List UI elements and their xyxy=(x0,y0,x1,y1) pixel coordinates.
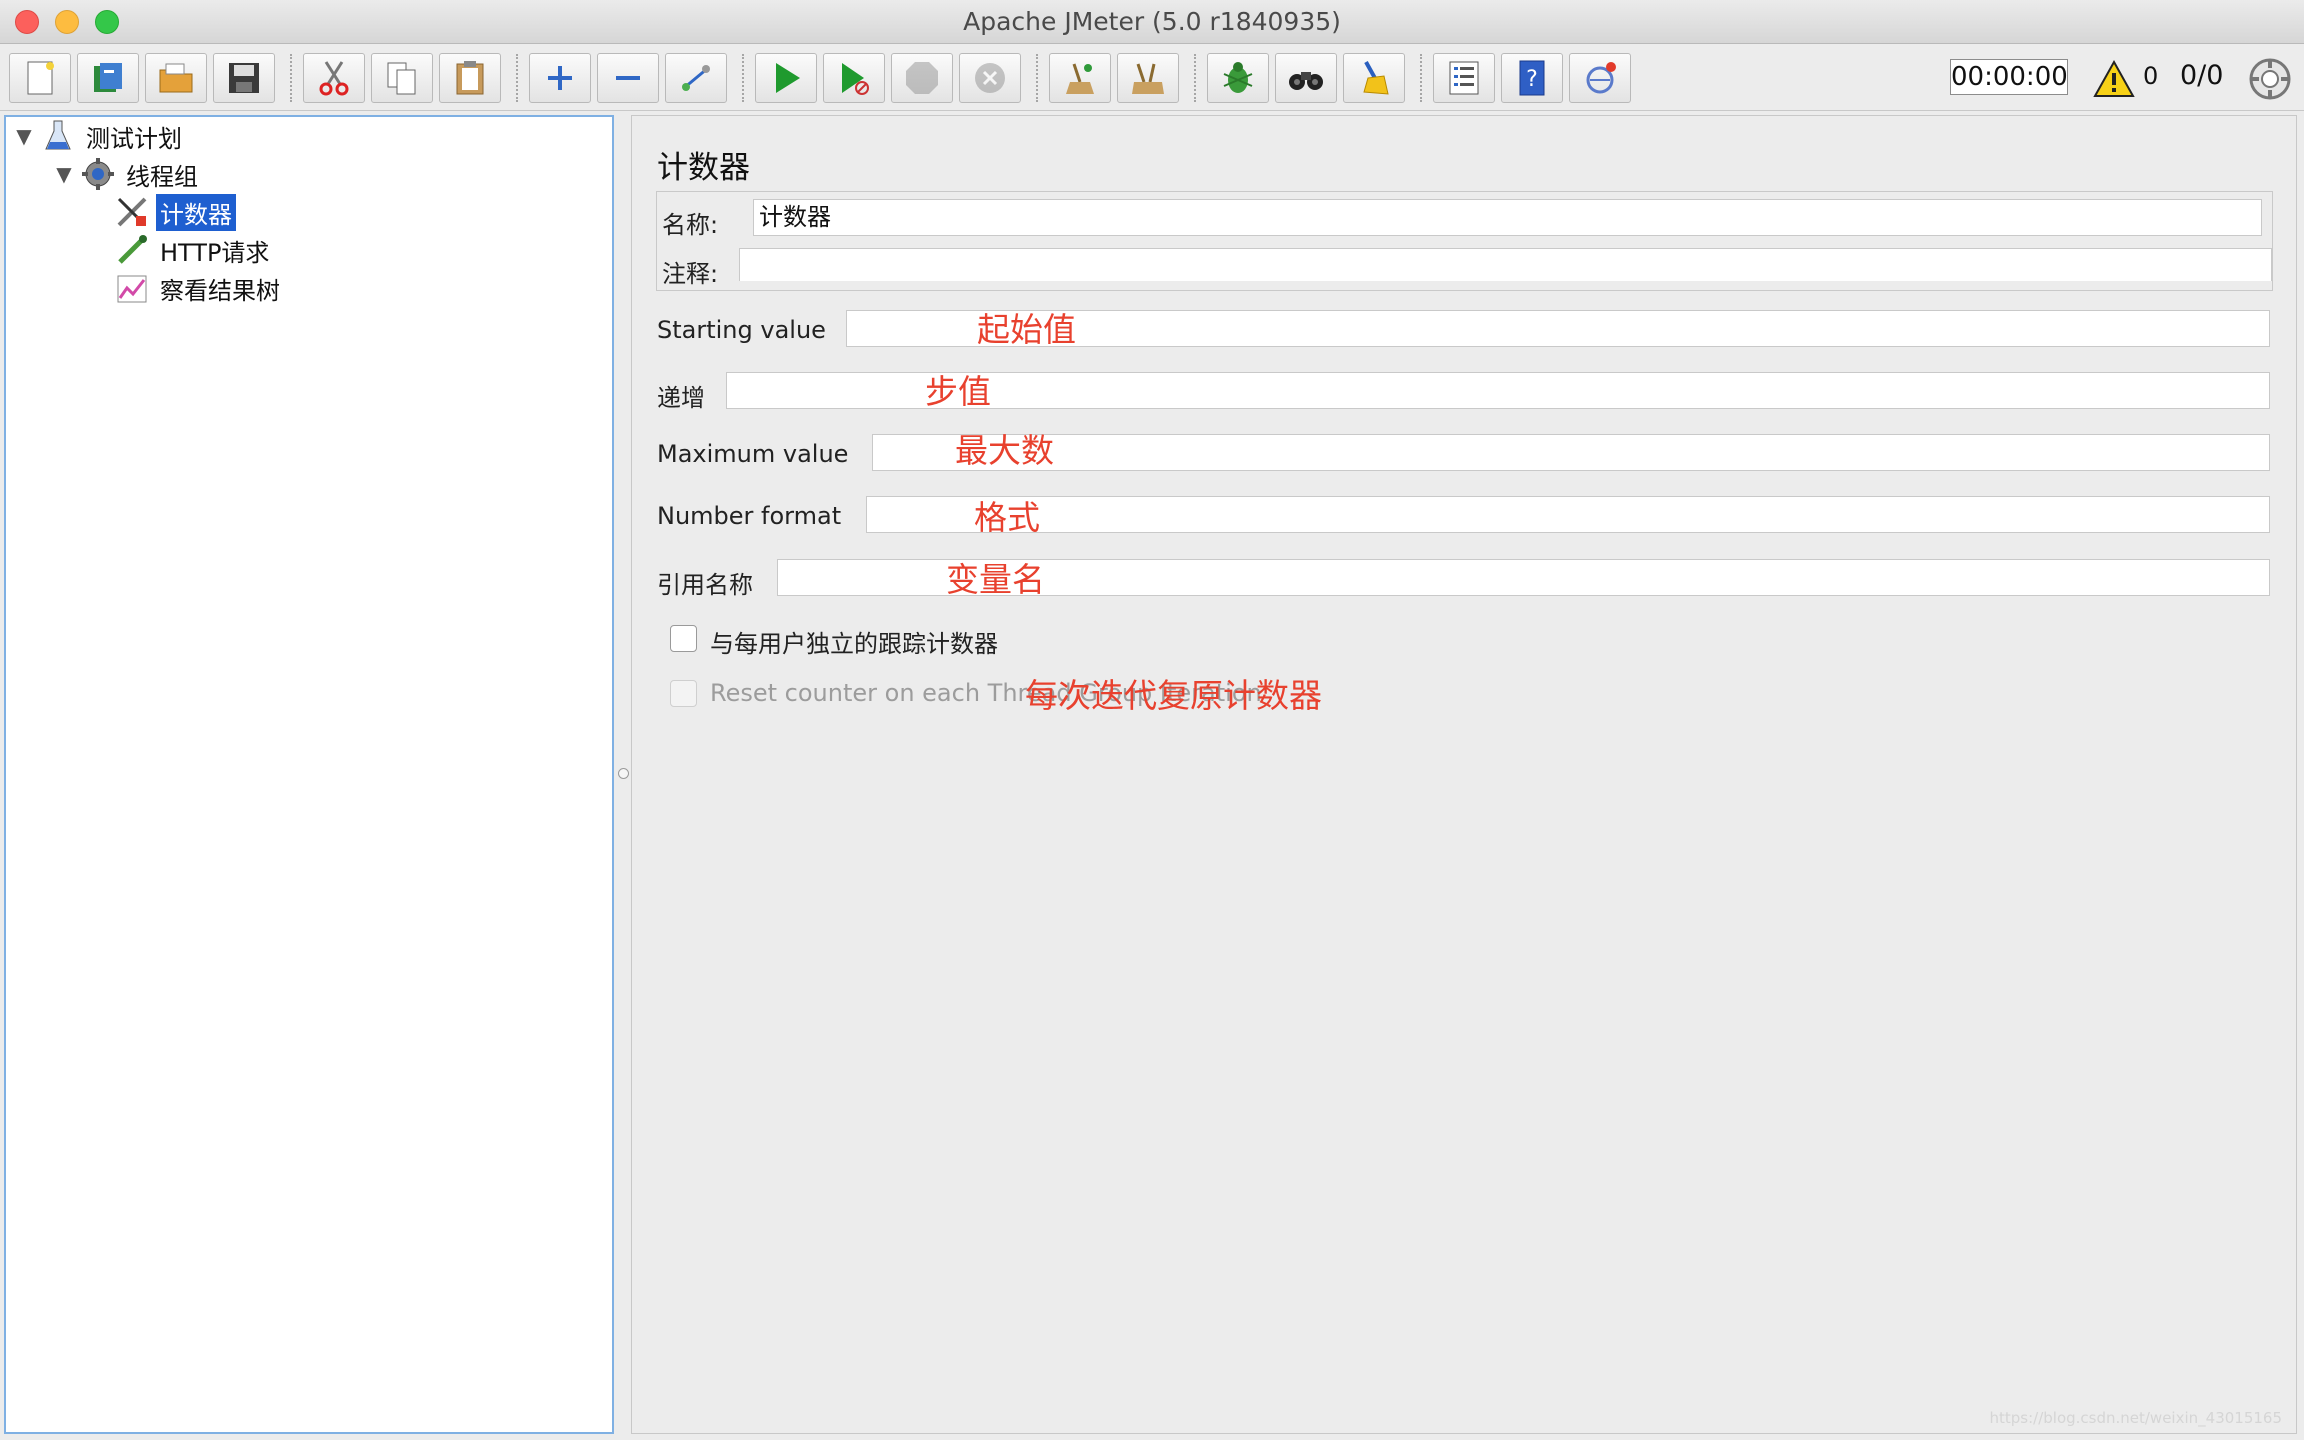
warning-count: 0 xyxy=(2143,62,2159,90)
copy-icon xyxy=(387,62,416,95)
copy-button[interactable] xyxy=(371,53,433,103)
tree-label: 察看结果树 xyxy=(160,276,280,305)
tree-item-view-results-tree[interactable]: 察看结果树 xyxy=(108,271,284,305)
play-no-pause-icon xyxy=(842,63,869,95)
starting-value-label: Starting value xyxy=(657,316,826,344)
name-field[interactable]: 计数器 xyxy=(753,199,2262,236)
broom-start-icon xyxy=(1066,63,1094,94)
test-plan-icon xyxy=(45,120,71,150)
tree-label: 测试计划 xyxy=(86,124,182,153)
remote-start-button[interactable] xyxy=(1049,53,1111,103)
start-button[interactable] xyxy=(755,53,817,103)
gear-icon xyxy=(82,158,114,190)
track-per-user-label[interactable]: 与每用户独立的跟踪计数器 xyxy=(710,624,998,659)
name-label: 名称: xyxy=(662,211,719,239)
tree-label: HTTP请求 xyxy=(160,238,270,267)
search-button[interactable] xyxy=(1275,53,1337,103)
new-document-icon xyxy=(27,61,54,95)
title-bar: Apache JMeter (5.0 r1840935) xyxy=(0,0,2304,44)
list-icon xyxy=(1449,61,1479,95)
toolbar: ? 00:00:00 0 0/0 xyxy=(0,44,2304,111)
number-format-label: Number format xyxy=(657,502,842,530)
maximum-value-annotation: 最大数 xyxy=(955,431,1054,470)
reset-counter-checkbox[interactable] xyxy=(670,680,697,707)
maximum-value-label: Maximum value xyxy=(657,440,849,468)
clear-all-button[interactable] xyxy=(1343,53,1405,103)
minus-icon xyxy=(616,76,640,80)
chart-icon xyxy=(117,275,147,303)
tree-label: 计数器 xyxy=(156,193,236,231)
open-button[interactable] xyxy=(145,53,207,103)
increment-annotation: 步值 xyxy=(925,372,991,411)
reference-name-annotation: 变量名 xyxy=(946,560,1045,599)
pipette-icon xyxy=(118,235,147,264)
paste-icon xyxy=(456,61,484,95)
shutdown-button[interactable] xyxy=(959,53,1021,103)
binoculars-icon xyxy=(1289,72,1323,90)
starting-value-annotation: 起始值 xyxy=(977,310,1076,349)
name-comment-group: 名称: 计数器 注释: xyxy=(656,191,2273,291)
warning-icon[interactable] xyxy=(2093,59,2135,99)
paste-button[interactable] xyxy=(439,53,501,103)
remote-stop-button[interactable] xyxy=(1117,53,1179,103)
increment-label: 递增 xyxy=(657,384,705,412)
open-folder-icon xyxy=(159,63,193,93)
panel-title: 计数器 xyxy=(657,150,750,186)
help-button[interactable]: ? xyxy=(1501,53,1563,103)
toggle-button[interactable] xyxy=(665,53,727,103)
save-icon xyxy=(229,63,259,93)
plus-icon xyxy=(548,66,572,90)
expand-all-button[interactable] xyxy=(529,53,591,103)
watermark: https://blog.csdn.net/weixin_43015165 xyxy=(1989,1409,2282,1427)
function-helper-button[interactable] xyxy=(1433,53,1495,103)
tree-item-thread-group[interactable]: ▼ 线程组 xyxy=(54,157,202,191)
toggle-icon xyxy=(682,65,710,91)
templates-button[interactable] xyxy=(77,53,139,103)
broom-stop-icon xyxy=(1132,63,1164,94)
stop-icon xyxy=(906,62,938,94)
help-book-icon: ? xyxy=(1519,60,1545,96)
collapse-all-button[interactable] xyxy=(597,53,659,103)
comment-label: 注释: xyxy=(662,260,719,288)
counter-config-panel: 计数器 名称: 计数器 注释: Starting value 起始值 递增 步值… xyxy=(631,115,2297,1434)
debug-button[interactable] xyxy=(1207,53,1269,103)
expand-arrow-icon[interactable]: ▼ xyxy=(54,162,74,186)
splitter-grip[interactable] xyxy=(618,768,629,779)
broom-clear-icon xyxy=(1363,61,1389,95)
tree-item-counter[interactable]: 计数器 xyxy=(108,193,236,231)
tree-item-http-request[interactable]: HTTP请求 xyxy=(108,233,273,267)
shutdown-icon xyxy=(975,63,1005,93)
status-indicator-icon[interactable] xyxy=(2247,56,2293,102)
wrench-screwdriver-icon xyxy=(117,197,147,227)
elapsed-timer: 00:00:00 xyxy=(1950,59,2068,95)
bug-icon xyxy=(1223,62,1253,93)
play-icon xyxy=(776,63,800,93)
tree-item-test-plan[interactable]: ▼ 测试计划 xyxy=(14,119,186,153)
stop-button[interactable] xyxy=(891,53,953,103)
templates-icon xyxy=(94,63,122,92)
cut-button[interactable] xyxy=(303,53,365,103)
comment-field[interactable] xyxy=(739,248,2272,281)
window-title: Apache JMeter (5.0 r1840935) xyxy=(963,7,1341,36)
remote-icon xyxy=(1586,62,1616,94)
track-per-user-checkbox[interactable] xyxy=(670,625,697,652)
test-plan-tree: ▼ 测试计划 ▼ 线程组 计数器 HTTP请求 察看结果树 xyxy=(4,115,614,1434)
new-button[interactable] xyxy=(9,53,71,103)
reference-name-label: 引用名称 xyxy=(657,571,753,599)
tree-label: 线程组 xyxy=(126,162,198,191)
active-threads: 0/0 xyxy=(2180,60,2224,91)
svg-text:?: ? xyxy=(1526,67,1538,92)
remote-button[interactable] xyxy=(1569,53,1631,103)
expand-arrow-icon[interactable]: ▼ xyxy=(14,124,34,148)
scissors-icon xyxy=(319,61,349,96)
reset-counter-annotation: 每次迭代复原计数器 xyxy=(1025,676,1322,715)
number-format-field[interactable] xyxy=(866,496,2270,533)
start-no-pauses-button[interactable] xyxy=(823,53,885,103)
save-button[interactable] xyxy=(213,53,275,103)
number-format-annotation: 格式 xyxy=(974,498,1040,537)
maximum-value-field[interactable] xyxy=(872,434,2270,471)
